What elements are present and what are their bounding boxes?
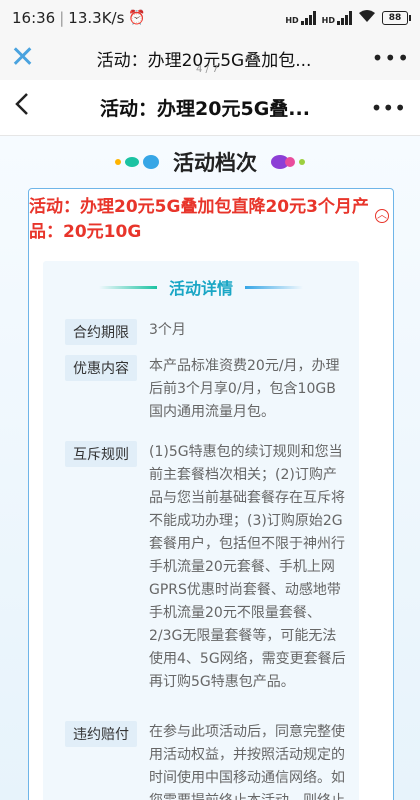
- content-area[interactable]: 活动档次 活动：办理20元5G叠加包直降20元3个月产品：20元10G ︿ 活动…: [0, 136, 420, 800]
- offer-card[interactable]: 活动：办理20元5G叠加包直降20元3个月产品：20元10G ︿ 活动详情 合约…: [28, 188, 394, 800]
- battery-icon: 88: [382, 11, 411, 25]
- detail-label: 合约期限: [65, 319, 137, 345]
- section-title: 活动档次: [173, 151, 257, 175]
- decoration-right-icon: [271, 155, 305, 169]
- detail-row-term: 合约期限 3个月: [65, 319, 355, 345]
- page-header: 活动：办理20元5G叠... •••: [0, 80, 420, 136]
- details-title-bar: 活动详情: [43, 273, 359, 301]
- details-title: 活动详情: [168, 279, 233, 298]
- wifi-icon: [358, 9, 376, 27]
- close-icon[interactable]: ✕: [10, 43, 46, 73]
- details-panel: 活动详情 合约期限 3个月 优惠内容 本产品标准资费20元/月，办理后前3个月享…: [43, 261, 359, 800]
- signal-icon: HD: [285, 11, 316, 25]
- detail-value: 本产品标准资费20元/月，办理后前3个月享0/月，包含10GB国内通用流量月包。: [149, 358, 340, 420]
- alarm-icon: ⏰: [128, 10, 146, 26]
- offer-headline: 活动：办理20元5G叠加包直降20元3个月产品：20元10G: [29, 197, 369, 242]
- detail-value: 3个月: [149, 322, 186, 338]
- more-options-icon[interactable]: •••: [370, 46, 410, 70]
- section-header: 活动档次: [0, 140, 420, 184]
- status-bar: 16:36 | 13.3K/s ⏰ HD HD 88: [0, 0, 420, 36]
- clock: 16:36: [12, 9, 56, 27]
- page-indicator: 4 / 7: [196, 64, 219, 75]
- network-speed: 13.3K/s: [68, 9, 125, 27]
- detail-row-penalty: 违约赔付 在参与此项活动后，同意完整使用活动权益，并按照活动规定的时间使用中国移…: [65, 721, 355, 800]
- collapse-icon[interactable]: ︿: [375, 209, 389, 223]
- detail-label: 优惠内容: [65, 355, 137, 381]
- detail-row-discount: 优惠内容 本产品标准资费20元/月，办理后前3个月享0/月，包含10GB国内通用…: [65, 355, 355, 424]
- webview-header: ✕ 活动：办理20元5G叠加包... 4 / 7 •••: [0, 36, 420, 80]
- back-icon[interactable]: [14, 92, 44, 123]
- page-title: 活动：办理20元5G叠...: [100, 98, 310, 120]
- divider-left: [98, 285, 157, 289]
- detail-row-exclusion: 互斥规则 (1)5G特惠包的续订规则和您当前主套餐档次相关；(2)订购产品与您当…: [65, 441, 355, 694]
- more-options-icon-2[interactable]: •••: [366, 96, 406, 120]
- divider-right: [245, 285, 303, 289]
- signal-icon-2: HD: [322, 11, 352, 25]
- detail-label: 互斥规则: [65, 441, 137, 467]
- detail-value: 在参与此项活动后，同意完整使用活动权益，并按照活动规定的时间使用中国移动通信网络…: [149, 724, 345, 800]
- detail-label: 违约赔付: [65, 721, 137, 747]
- decoration-left-icon: [115, 155, 159, 169]
- detail-value: (1)5G特惠包的续订规则和您当前主套餐档次相关；(2)订购产品与您当前基础套餐…: [149, 444, 346, 690]
